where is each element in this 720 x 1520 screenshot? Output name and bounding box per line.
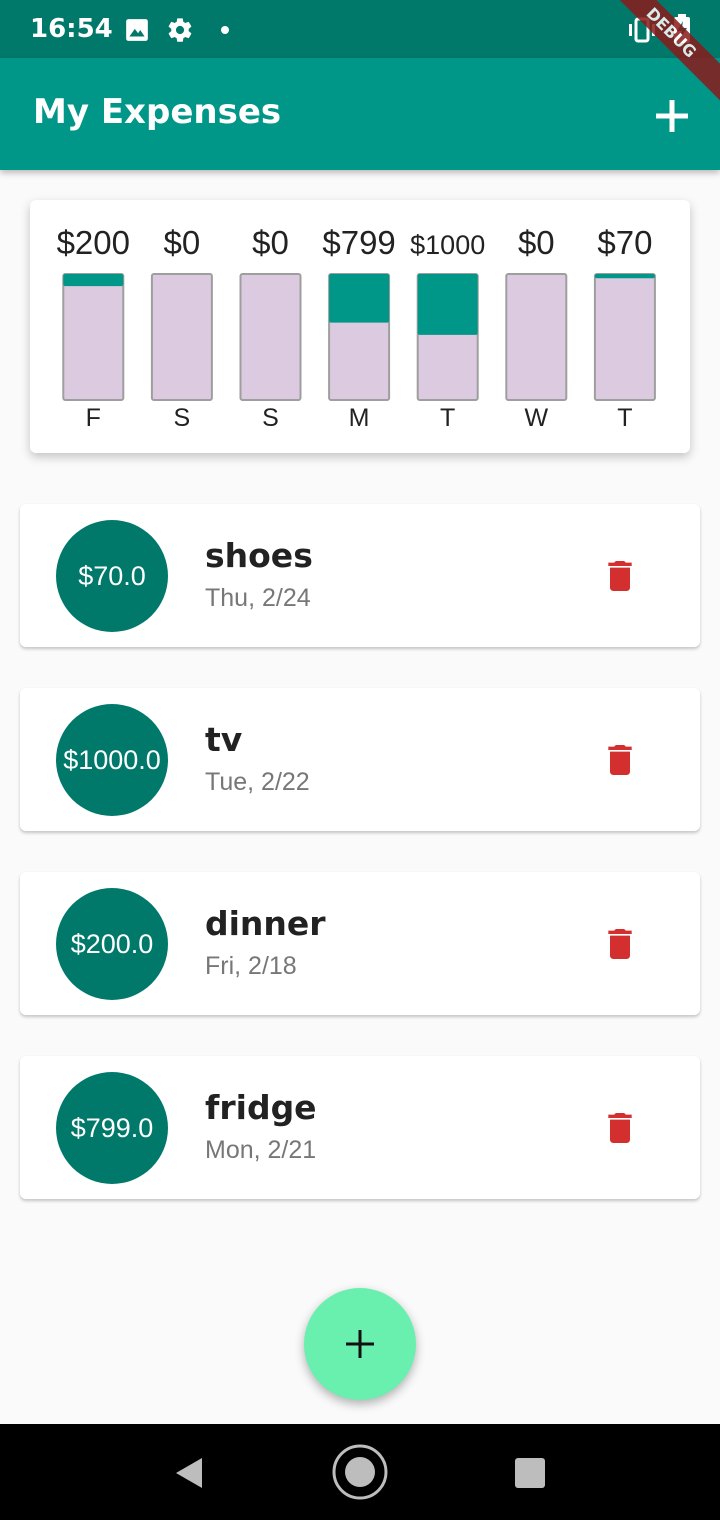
transaction-date: Tue, 2/22 xyxy=(205,768,310,796)
bar-day-label: T xyxy=(440,404,455,432)
bar-track xyxy=(150,273,213,401)
dot-icon xyxy=(221,26,229,34)
add-icon xyxy=(346,1330,374,1358)
transaction-date: Mon, 2/21 xyxy=(205,1136,317,1164)
delete-icon[interactable] xyxy=(600,924,640,964)
bar-value-label: $799 xyxy=(322,224,395,261)
bar-day-label: S xyxy=(262,404,279,432)
bar-value-label: $0 xyxy=(164,224,201,261)
vibrate-icon xyxy=(629,17,655,43)
bar-track xyxy=(62,273,125,401)
gear-icon xyxy=(168,18,192,42)
system-nav-bar xyxy=(0,1424,720,1520)
home-icon[interactable] xyxy=(331,1443,389,1501)
delete-icon[interactable] xyxy=(600,556,640,596)
delete-icon[interactable] xyxy=(600,740,640,780)
bar-value-label: $70 xyxy=(597,224,652,261)
transaction-card: $799.0 fridge Mon, 2/21 xyxy=(20,1056,700,1199)
transaction-card: $1000.0 tv Tue, 2/22 xyxy=(20,688,700,831)
amount-avatar: $799.0 xyxy=(56,1072,168,1184)
status-time: 16:54 xyxy=(30,14,113,44)
app-title: My Expenses xyxy=(33,92,282,132)
bar-fill xyxy=(329,274,390,323)
transaction-title: fridge xyxy=(205,1088,317,1127)
bar-day-label: F xyxy=(86,404,101,432)
bar-day-label: W xyxy=(524,404,548,432)
bar-track xyxy=(239,273,302,401)
bar-value-label: $200 xyxy=(57,224,130,261)
transaction-title: dinner xyxy=(205,904,326,943)
transaction-card: $200.0 dinner Fri, 2/18 xyxy=(20,872,700,1015)
bar-fill xyxy=(63,274,124,287)
bar-track xyxy=(505,273,568,401)
add-expense-button[interactable] xyxy=(652,96,692,136)
amount-avatar: $200.0 xyxy=(56,888,168,1000)
battery-charging-icon xyxy=(674,14,690,43)
add-expense-fab[interactable] xyxy=(304,1288,416,1400)
amount-avatar: $1000.0 xyxy=(56,704,168,816)
delete-icon[interactable] xyxy=(600,1108,640,1148)
back-icon[interactable] xyxy=(172,1456,206,1490)
bar-track xyxy=(593,273,656,401)
bar-day-label: T xyxy=(617,404,632,432)
bar-day-label: S xyxy=(174,404,191,432)
bar-fill xyxy=(594,274,655,279)
status-bar: 16:54 xyxy=(0,0,720,58)
transaction-date: Fri, 2/18 xyxy=(205,952,297,980)
transaction-title: shoes xyxy=(205,536,313,575)
transaction-title: tv xyxy=(205,720,243,759)
weekly-bar-chart: $200 F $0 S $0 S $799 M $1000 T $0 W $70 T xyxy=(57,224,656,432)
bar-value-label: $0 xyxy=(518,224,555,261)
bar-value-label: $0 xyxy=(252,224,289,261)
transaction-card: $70.0 shoes Thu, 2/24 xyxy=(20,504,700,647)
transaction-date: Thu, 2/24 xyxy=(205,584,311,612)
recents-icon[interactable] xyxy=(514,1457,546,1489)
app-bar: My Expenses xyxy=(0,58,720,170)
amount-avatar: $70.0 xyxy=(56,520,168,632)
bar-fill xyxy=(417,274,478,335)
bar-value-label: $1000 xyxy=(410,230,485,260)
weekly-chart-card: $200 F $0 S $0 S $799 M $1000 T $0 W $70 T xyxy=(30,200,690,453)
image-icon xyxy=(126,19,148,41)
bar-day-label: M xyxy=(349,404,370,432)
